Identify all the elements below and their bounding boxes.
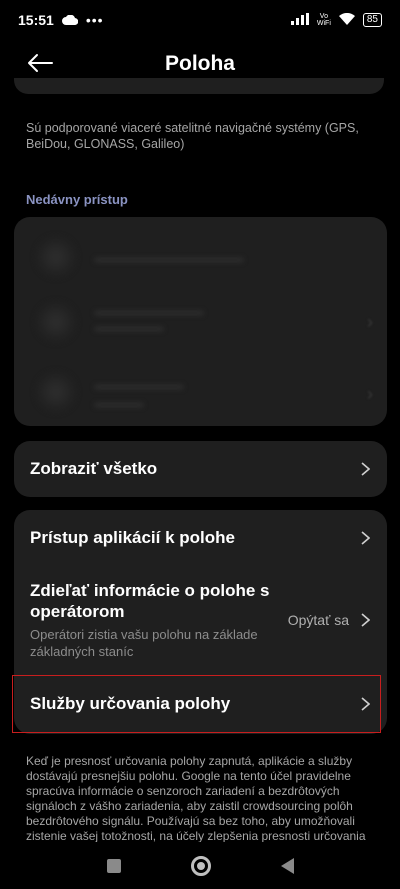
highlight-box bbox=[12, 675, 381, 733]
navigation-bar bbox=[0, 842, 400, 889]
app-icon bbox=[36, 302, 76, 342]
home-button[interactable] bbox=[190, 855, 211, 876]
share-with-operator-row[interactable]: Zdieľať informácie o polohe s operátorom… bbox=[14, 574, 387, 666]
gnss-description: Sú podporované viaceré satelitné navigač… bbox=[26, 121, 359, 151]
blurred-text bbox=[94, 257, 244, 263]
blurred-text bbox=[94, 384, 184, 390]
recent-access-title: Nedávny prístup bbox=[26, 192, 128, 207]
share-with-operator-label: Zdieľať informácie o polohe s operátorom bbox=[30, 581, 270, 621]
chevron-right-icon: › bbox=[367, 384, 373, 404]
recent-app-row[interactable] bbox=[14, 227, 387, 287]
signal-icon bbox=[290, 12, 309, 28]
vowifi-line2: WiFi bbox=[316, 20, 331, 27]
blurred-text bbox=[94, 402, 144, 408]
vowifi-icon: Vo WiFi bbox=[317, 13, 331, 27]
show-all-row[interactable]: Zobraziť všetko bbox=[14, 441, 387, 497]
status-right: Vo WiFi 85 bbox=[290, 12, 382, 28]
show-all-card: Zobraziť všetko bbox=[14, 441, 387, 497]
status-bar: 15:51 ••• Vo WiFi 85 bbox=[0, 0, 400, 40]
cloud-icon bbox=[61, 12, 79, 28]
battery-icon: 85 bbox=[362, 13, 382, 27]
back-nav-button[interactable] bbox=[280, 857, 294, 874]
share-with-operator-subtitle: Operátori zistia vašu polohu na základe … bbox=[30, 627, 258, 659]
wifi-icon bbox=[338, 12, 355, 28]
share-with-operator-text: Zdieľať informácie o polohe s operátorom… bbox=[30, 580, 288, 660]
previous-card-edge bbox=[14, 78, 384, 94]
footer-description: Keď je presnosť určovania polohy zapnutá… bbox=[26, 754, 366, 843]
blurred-text bbox=[94, 310, 204, 316]
recent-app-row[interactable]: › bbox=[14, 292, 387, 352]
chevron-right-icon bbox=[359, 462, 371, 476]
more-notifications-icon: ••• bbox=[85, 12, 104, 28]
recent-app-row[interactable]: › bbox=[14, 362, 387, 422]
app-icon bbox=[36, 372, 76, 412]
app-icon bbox=[36, 237, 76, 277]
app-location-access-row[interactable]: Prístup aplikácií k polohe bbox=[14, 510, 387, 566]
recent-access-card: › › bbox=[14, 217, 387, 426]
vowifi-line1: Vo bbox=[319, 13, 328, 20]
show-all-label: Zobraziť všetko bbox=[30, 459, 158, 478]
blurred-text bbox=[94, 326, 164, 332]
recents-button[interactable] bbox=[106, 858, 121, 873]
status-time: 15:51 bbox=[18, 12, 54, 28]
app-location-access-label: Prístup aplikácií k polohe bbox=[30, 528, 235, 547]
status-left: 15:51 ••• bbox=[18, 12, 104, 28]
page-title: Poloha bbox=[164, 52, 235, 75]
chevron-right-icon bbox=[359, 613, 371, 627]
chevron-right-icon bbox=[359, 531, 371, 545]
chevron-right-icon: › bbox=[367, 312, 373, 332]
share-with-operator-value: Opýtať sa bbox=[287, 612, 349, 628]
